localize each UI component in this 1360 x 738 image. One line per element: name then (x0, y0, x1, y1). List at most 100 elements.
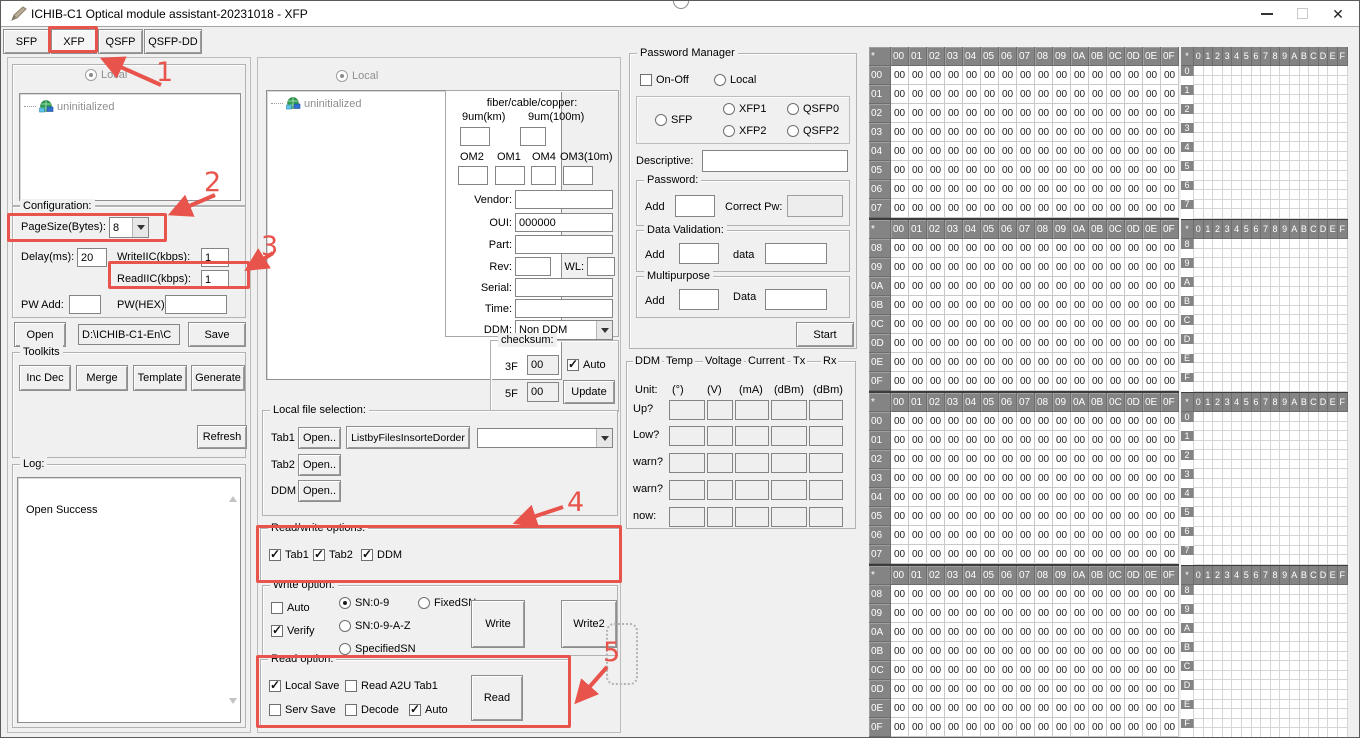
ascii-cell[interactable] (1271, 334, 1281, 344)
ascii-cell[interactable] (1261, 536, 1271, 546)
ascii-cell[interactable] (1271, 181, 1281, 191)
ascii-cell[interactable] (1319, 334, 1329, 344)
ascii-cell[interactable] (1290, 595, 1300, 605)
ascii-grid-block-4[interactable]: *0123456789ABCDEF89ABCDEF (1181, 566, 1348, 738)
ascii-cell[interactable] (1280, 469, 1290, 479)
ascii-cell[interactable] (1232, 181, 1242, 191)
hex-cell[interactable]: 00 (891, 104, 909, 123)
ascii-cell[interactable] (1261, 95, 1271, 105)
ddm-value-input[interactable] (669, 507, 705, 527)
ascii-cell[interactable] (1223, 114, 1233, 124)
hex-cell[interactable]: 00 (891, 142, 909, 161)
ascii-cell[interactable] (1232, 114, 1242, 124)
hex-cell[interactable]: 00 (963, 526, 981, 545)
ascii-cell[interactable] (1338, 306, 1348, 316)
hex-cell[interactable]: 00 (909, 142, 927, 161)
ascii-cell[interactable] (1261, 728, 1271, 738)
hex-cell[interactable]: 00 (1125, 353, 1143, 372)
hex-cell[interactable]: 00 (927, 277, 945, 296)
ascii-cell[interactable] (1232, 709, 1242, 719)
ascii-cell[interactable] (1319, 700, 1329, 710)
ascii-cell[interactable] (1328, 450, 1338, 460)
ascii-cell[interactable] (1309, 123, 1319, 133)
hex-cell[interactable]: 00 (1089, 699, 1107, 718)
hex-cell[interactable]: 00 (927, 296, 945, 315)
ascii-cell[interactable] (1338, 498, 1348, 508)
ascii-cell[interactable] (1300, 585, 1310, 595)
ascii-cell[interactable] (1213, 66, 1223, 76)
ascii-cell[interactable] (1194, 200, 1204, 210)
ascii-cell[interactable] (1252, 633, 1262, 643)
ascii-cell[interactable] (1338, 595, 1348, 605)
ascii-cell[interactable] (1252, 382, 1262, 392)
hex-cell[interactable]: 00 (1071, 239, 1089, 258)
ascii-cell[interactable] (1309, 422, 1319, 432)
sort-order-button[interactable]: ListbyFilesInsorteDorder (346, 426, 470, 449)
ascii-cell[interactable] (1194, 527, 1204, 537)
ascii-cell[interactable] (1290, 422, 1300, 432)
dropdown-arrow-icon[interactable] (132, 218, 148, 237)
ascii-cell[interactable] (1309, 488, 1319, 498)
hex-cell[interactable]: 00 (963, 372, 981, 391)
ascii-cell[interactable] (1309, 306, 1319, 316)
ascii-cell[interactable] (1290, 652, 1300, 662)
ascii-cell[interactable] (1300, 652, 1310, 662)
ascii-cell[interactable] (1328, 507, 1338, 517)
ascii-cell[interactable] (1319, 555, 1329, 565)
hex-cell[interactable]: 00 (1035, 699, 1053, 718)
ascii-cell[interactable] (1319, 66, 1329, 76)
ascii-cell[interactable] (1242, 536, 1252, 546)
hex-cell[interactable]: 00 (909, 623, 927, 642)
ascii-cell[interactable] (1309, 76, 1319, 86)
ascii-cell[interactable] (1300, 555, 1310, 565)
hex-cell[interactable]: 00 (981, 526, 999, 545)
ascii-cell[interactable] (1290, 690, 1300, 700)
hex-cell[interactable]: 00 (1017, 123, 1035, 142)
ascii-cell[interactable] (1271, 517, 1281, 527)
ascii-cell[interactable] (1204, 680, 1214, 690)
ascii-cell[interactable] (1290, 181, 1300, 191)
ascii-cell[interactable] (1271, 142, 1281, 152)
ascii-cell[interactable] (1242, 614, 1252, 624)
ascii-cell[interactable] (1338, 661, 1348, 671)
ascii-cell[interactable] (1319, 114, 1329, 124)
ascii-cell[interactable] (1204, 728, 1214, 738)
hex-cell[interactable]: 00 (1017, 199, 1035, 218)
ascii-cell[interactable] (1232, 671, 1242, 681)
ascii-cell[interactable] (1194, 422, 1204, 432)
ascii-cell[interactable] (1300, 315, 1310, 325)
ascii-cell[interactable] (1300, 680, 1310, 690)
ascii-cell[interactable] (1319, 277, 1329, 287)
ascii-cell[interactable] (1271, 268, 1281, 278)
hex-cell[interactable]: 00 (1125, 180, 1143, 199)
ascii-cell[interactable] (1271, 498, 1281, 508)
ascii-cell[interactable] (1300, 527, 1310, 537)
checksum-3f-input[interactable]: 00 (527, 355, 559, 375)
hex-cell[interactable]: 00 (1053, 488, 1071, 507)
ascii-cell[interactable] (1328, 142, 1338, 152)
ascii-cell[interactable] (1242, 152, 1252, 162)
ascii-cell[interactable] (1271, 488, 1281, 498)
delay-input[interactable]: 20 (77, 248, 107, 267)
hex-cell[interactable]: 00 (963, 450, 981, 469)
ascii-cell[interactable] (1290, 604, 1300, 614)
hex-cell[interactable]: 00 (1107, 507, 1125, 526)
tab-qsfp-dd[interactable]: QSFP-DD (144, 29, 202, 54)
hex-cell[interactable]: 00 (927, 526, 945, 545)
hex-cell[interactable]: 00 (999, 199, 1017, 218)
dist-9um-km-input[interactable] (460, 127, 490, 146)
hex-cell[interactable]: 00 (1071, 161, 1089, 180)
ascii-cell[interactable] (1328, 488, 1338, 498)
ascii-cell[interactable] (1223, 152, 1233, 162)
hex-cell[interactable]: 00 (963, 604, 981, 623)
hex-cell[interactable]: 00 (945, 104, 963, 123)
ascii-cell[interactable] (1232, 171, 1242, 181)
ascii-cell[interactable] (1338, 239, 1348, 249)
ascii-cell[interactable] (1232, 546, 1242, 556)
inc-dec-button[interactable]: Inc Dec (19, 365, 71, 391)
ascii-cell[interactable] (1338, 161, 1348, 171)
ascii-cell[interactable] (1194, 325, 1204, 335)
hex-cell[interactable]: 00 (963, 199, 981, 218)
ascii-cell[interactable] (1290, 623, 1300, 633)
ascii-cell[interactable] (1232, 536, 1242, 546)
